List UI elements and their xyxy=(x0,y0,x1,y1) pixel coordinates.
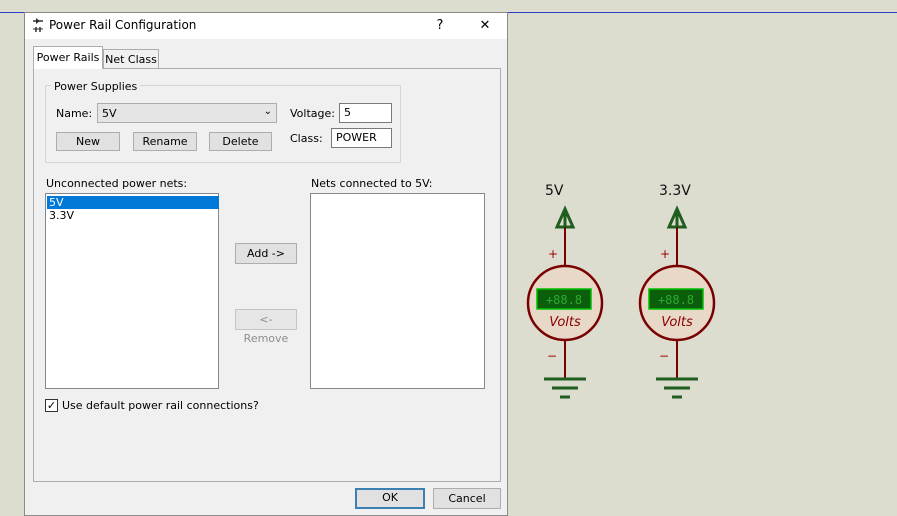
schematic-canvas[interactable]: + +88.8 Volts − + +88.8 Volts − xyxy=(515,195,735,405)
power-supplies-group xyxy=(45,85,401,163)
class-label: Class: xyxy=(290,132,323,145)
chevron-down-icon: ⌄ xyxy=(263,106,272,117)
class-field[interactable]: POWER xyxy=(331,128,392,148)
power-rail-icon xyxy=(33,18,43,32)
name-select[interactable]: 5V ⌄ xyxy=(97,103,277,123)
unit-label: Volts xyxy=(661,315,693,330)
display-value: +88.8 xyxy=(546,293,582,307)
voltage-label: Voltage: xyxy=(290,107,335,120)
voltage-field[interactable]: 5 xyxy=(339,103,392,123)
plus-sign: + xyxy=(548,247,558,261)
tab-net-class[interactable]: Net Class xyxy=(103,49,159,69)
voltmeter-5v[interactable]: + +88.8 Volts − xyxy=(526,205,604,399)
remove-button[interactable]: <- Remove xyxy=(235,309,297,345)
use-default-label: Use default power rail connections? xyxy=(62,399,259,412)
display-value: +88.8 xyxy=(658,293,694,307)
rename-button[interactable]: Rename xyxy=(133,132,197,151)
group-title: Power Supplies xyxy=(51,80,141,93)
use-default-checkbox[interactable]: ✓ xyxy=(45,399,58,412)
ground-symbol-icon xyxy=(544,377,586,399)
connected-nets-list[interactable] xyxy=(310,193,485,389)
add-button[interactable]: Add -> xyxy=(235,243,297,264)
name-select-value: 5V xyxy=(102,107,117,120)
delete-button[interactable]: Delete xyxy=(209,132,272,151)
unconnected-nets-list[interactable]: 5V 3.3V xyxy=(45,193,219,389)
ok-button[interactable]: OK xyxy=(355,488,425,509)
close-button[interactable]: ✕ xyxy=(472,16,498,36)
power-arrow-3v3 xyxy=(666,205,688,229)
minus-sign: − xyxy=(659,349,669,363)
dialog-title: Power Rail Configuration xyxy=(49,18,197,32)
title-bar[interactable]: Power Rail Configuration ? ✕ xyxy=(25,13,507,39)
new-button[interactable]: New xyxy=(56,132,120,151)
ground-symbol-icon xyxy=(656,377,698,399)
cancel-button[interactable]: Cancel xyxy=(433,488,501,509)
tab-power-rails[interactable]: Power Rails xyxy=(33,46,103,69)
help-button[interactable]: ? xyxy=(427,16,453,36)
plus-sign: + xyxy=(660,247,670,261)
name-label: Name: xyxy=(56,107,93,120)
power-arrow-5v xyxy=(554,205,576,229)
list-item[interactable]: 5V xyxy=(47,196,219,209)
unit-label: Volts xyxy=(549,315,581,330)
voltmeter-3v3[interactable]: + +88.8 Volts − xyxy=(638,205,716,399)
power-rail-dialog: Power Rail Configuration ? ✕ Power Rails… xyxy=(24,12,508,516)
connected-label: Nets connected to 5V: xyxy=(311,177,433,190)
list-item[interactable]: 3.3V xyxy=(47,209,219,222)
minus-sign: − xyxy=(547,349,557,363)
unconnected-label: Unconnected power nets: xyxy=(46,177,188,190)
